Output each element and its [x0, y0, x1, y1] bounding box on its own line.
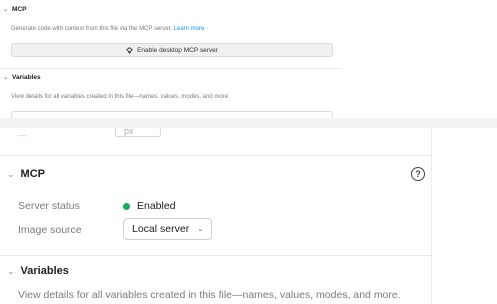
partial-unit-field[interactable]: px — [115, 128, 161, 137]
mcp-icon — [126, 46, 134, 54]
status-dot — [123, 202, 130, 210]
enable-mcp-server-button[interactable]: Enable desktop MCP server — [11, 43, 333, 57]
chevron-down-icon: ⌄ — [3, 75, 9, 81]
variables-section-title: Variables — [20, 265, 69, 277]
chevron-down-icon: ⌄ — [197, 226, 204, 233]
help-icon[interactable]: ? — [411, 167, 425, 181]
variables-button-partial[interactable] — [11, 111, 333, 118]
mcp-description-small: Generate code with context from this fil… — [11, 26, 205, 32]
bottom-panel: — px ⌄ MCP ? Server status Enabled Image… — [0, 128, 432, 304]
server-status-value: Enabled — [123, 200, 176, 212]
enable-mcp-server-label: Enable desktop MCP server — [137, 46, 218, 54]
variables-description: View details for all variables created i… — [18, 289, 401, 301]
chevron-down-icon: ⌄ — [7, 265, 15, 276]
mcp-section-title: MCP — [20, 168, 45, 180]
mcp-section-header[interactable]: ⌄ MCP — [7, 168, 45, 180]
chevron-down-icon: ⌄ — [3, 7, 9, 13]
section-divider — [0, 68, 342, 69]
chevron-down-icon: ⌄ — [7, 168, 15, 179]
server-status-text: Enabled — [137, 200, 176, 212]
screenshot-gap — [0, 118, 497, 128]
mcp-section-title-small: MCP — [12, 6, 27, 13]
learn-more-link[interactable]: Learn more — [174, 26, 205, 32]
variables-section-header-small[interactable]: ⌄ Variables — [3, 74, 41, 81]
server-status-label: Server status — [18, 200, 80, 212]
mcp-section-header-small[interactable]: ⌄ MCP — [3, 6, 26, 13]
image-source-value: Local server — [132, 223, 190, 235]
image-source-dropdown[interactable]: Local server ⌄ — [123, 218, 213, 240]
variables-description-small: View details for all variables created i… — [11, 94, 230, 100]
partial-field-label: — — [18, 130, 27, 140]
variables-section-header[interactable]: ⌄ Variables — [7, 265, 69, 277]
variables-section-title-small: Variables — [12, 74, 41, 81]
top-panel: ⌄ MCP Generate code with context from th… — [0, 0, 342, 118]
image-source-label: Image source — [18, 224, 82, 236]
section-divider — [0, 155, 431, 156]
section-divider — [0, 255, 431, 256]
